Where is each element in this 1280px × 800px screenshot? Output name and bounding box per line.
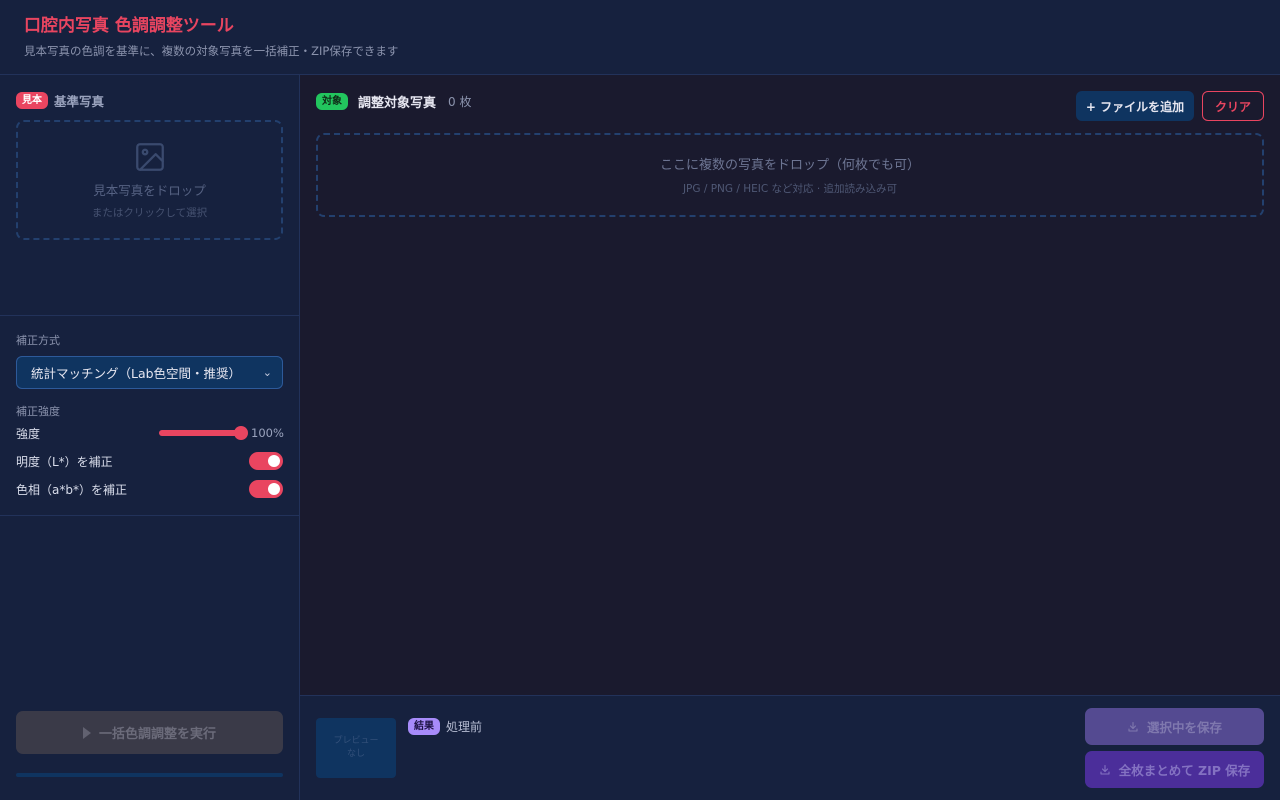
app-header: 口腔内写真 色調調整ツール 見本写真の色調を基準に、複数の対象写真を一括補正・Z… [0, 0, 1280, 75]
target-title: 調整対象写真 [358, 96, 437, 111]
strength-slider[interactable] [159, 426, 248, 440]
reference-title: 基準写真 [54, 94, 105, 109]
app-subtitle: 見本写真の色調を基準に、複数の対象写真を一括補正・ZIP保存できます [24, 44, 399, 58]
strength-row: 強度 100% [16, 423, 284, 443]
preview-line1: プレビュー [333, 736, 379, 746]
strength-section-label: 補正強度 [16, 405, 60, 418]
strength-slider-knob[interactable] [234, 426, 248, 440]
method-selected-value: 統計マッチング（Lab色空間・推奨） [31, 366, 242, 381]
progress-bar [16, 773, 283, 777]
lightness-label: 明度（L*）を補正 [16, 454, 113, 469]
add-files-button[interactable]: + ファイルを追加 [1076, 91, 1194, 121]
reference-badge: 見本 [16, 92, 48, 109]
result-badge: 結果 [408, 718, 440, 735]
target-drop-subtext: JPG / PNG / HEIC など対応 · 追加読み込み可 [682, 183, 898, 195]
save-zip-button[interactable]: 全枚まとめて ZIP 保存 [1085, 751, 1264, 788]
lightness-toggle[interactable] [249, 452, 283, 470]
hue-toggle[interactable] [249, 480, 283, 498]
result-header: 結果 処理前 [408, 718, 482, 735]
download-icon [1100, 764, 1110, 775]
sidebar: 見本 基準写真 見本写真をドロップ またはクリックして選択 補正方式 統計マッチ… [0, 75, 300, 800]
app-title: 口腔内写真 色調調整ツール [24, 16, 234, 36]
reference-dropzone[interactable]: 見本写真をドロップ またはクリックして選択 [16, 120, 283, 240]
hue-row: 色相（a*b*）を補正 [16, 479, 283, 499]
lightness-row: 明度（L*）を補正 [16, 451, 283, 471]
strength-slider-fill [159, 430, 241, 436]
reference-drop-subtext: またはクリックして選択 [91, 207, 208, 219]
result-bar: プレビュー なし 結果 処理前 選択中を保存 全枚まとめて ZIP 保存 [300, 695, 1280, 800]
strength-control: 100% [159, 426, 284, 440]
target-count: 0 枚 [448, 95, 472, 109]
method-label: 補正方式 [16, 334, 60, 347]
download-icon [1128, 721, 1138, 732]
preview-line2: なし [346, 749, 365, 759]
strength-value: 100% [251, 426, 284, 440]
method-select[interactable]: 統計マッチング（Lab色空間・推奨） ⌄ [16, 356, 283, 389]
save-selected-button[interactable]: 選択中を保存 [1085, 708, 1264, 745]
image-icon [135, 143, 164, 171]
preview-thumbnail: プレビュー なし [316, 718, 396, 778]
settings-section: 補正方式 統計マッチング（Lab色空間・推奨） ⌄ 補正強度 強度 100% 明… [0, 316, 299, 516]
target-area: 対象 調整対象写真 0 枚 + ファイルを追加 クリア ここに複数の写真をドロッ… [300, 75, 1280, 695]
play-icon [82, 726, 91, 739]
chevron-down-icon: ⌄ [262, 366, 272, 379]
run-batch-label: 一括色調調整を実行 [98, 727, 216, 742]
save-selected-label: 選択中を保存 [1146, 720, 1222, 735]
clear-button[interactable]: クリア [1202, 91, 1264, 121]
target-header: 対象 調整対象写真 0 枚 [316, 92, 471, 111]
reference-header: 見本 基準写真 [16, 91, 283, 110]
strength-label: 強度 [16, 426, 41, 441]
run-batch-button[interactable]: 一括色調調整を実行 [16, 711, 283, 754]
hue-label: 色相（a*b*）を補正 [16, 482, 127, 497]
target-drop-text: ここに複数の写真をドロップ（何枚でも可） [659, 158, 920, 173]
result-status: 処理前 [446, 720, 483, 734]
reference-section: 見本 基準写真 見本写真をドロップ またはクリックして選択 [0, 75, 299, 316]
reference-drop-text: 見本写真をドロップ [93, 183, 206, 198]
target-badge: 対象 [316, 93, 348, 110]
save-zip-label: 全枚まとめて ZIP 保存 [1118, 763, 1251, 778]
target-dropzone[interactable]: ここに複数の写真をドロップ（何枚でも可） JPG / PNG / HEIC など… [316, 133, 1264, 217]
